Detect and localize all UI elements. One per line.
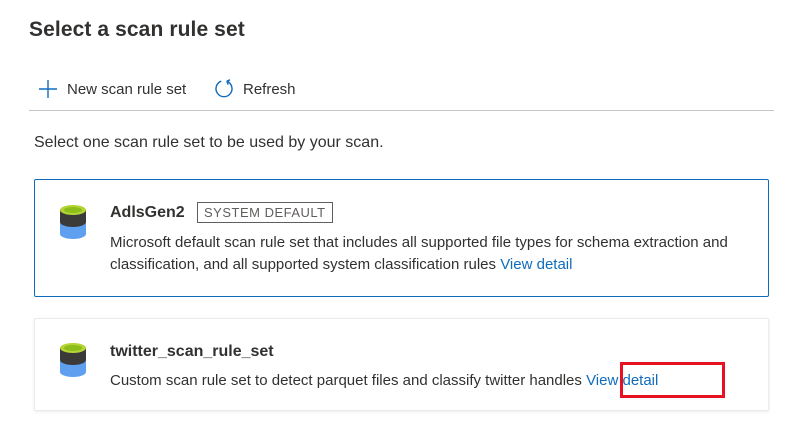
rule-set-name: twitter_scan_rule_set <box>110 343 274 360</box>
page-title: Select a scan rule set <box>29 18 245 41</box>
rule-set-description-text: Microsoft default scan rule set that inc… <box>110 234 728 273</box>
plus-icon <box>38 79 58 99</box>
database-icon <box>59 342 87 383</box>
toolbar: New scan rule set Refresh <box>29 74 774 111</box>
rule-set-name: AdlsGen2 <box>110 204 185 221</box>
instruction-text: Select one scan rule set to be used by y… <box>34 134 384 151</box>
system-default-badge: SYSTEM DEFAULT <box>197 202 333 223</box>
highlight-box <box>620 362 725 398</box>
new-scan-rule-set-button[interactable]: New scan rule set <box>38 78 186 100</box>
database-icon <box>59 204 87 245</box>
refresh-button[interactable]: Refresh <box>214 78 296 100</box>
rule-set-description-text: Custom scan rule set to detect parquet f… <box>110 372 582 389</box>
new-scan-rule-set-label: New scan rule set <box>67 80 187 98</box>
rule-set-description: Microsoft default scan rule set that inc… <box>110 232 750 276</box>
refresh-label: Refresh <box>243 80 296 98</box>
scan-rule-set-card-adlsgen2[interactable]: AdlsGen2 SYSTEM DEFAULT Microsoft defaul… <box>34 179 769 297</box>
view-detail-link[interactable]: View detail <box>500 256 572 273</box>
refresh-icon <box>214 79 234 99</box>
